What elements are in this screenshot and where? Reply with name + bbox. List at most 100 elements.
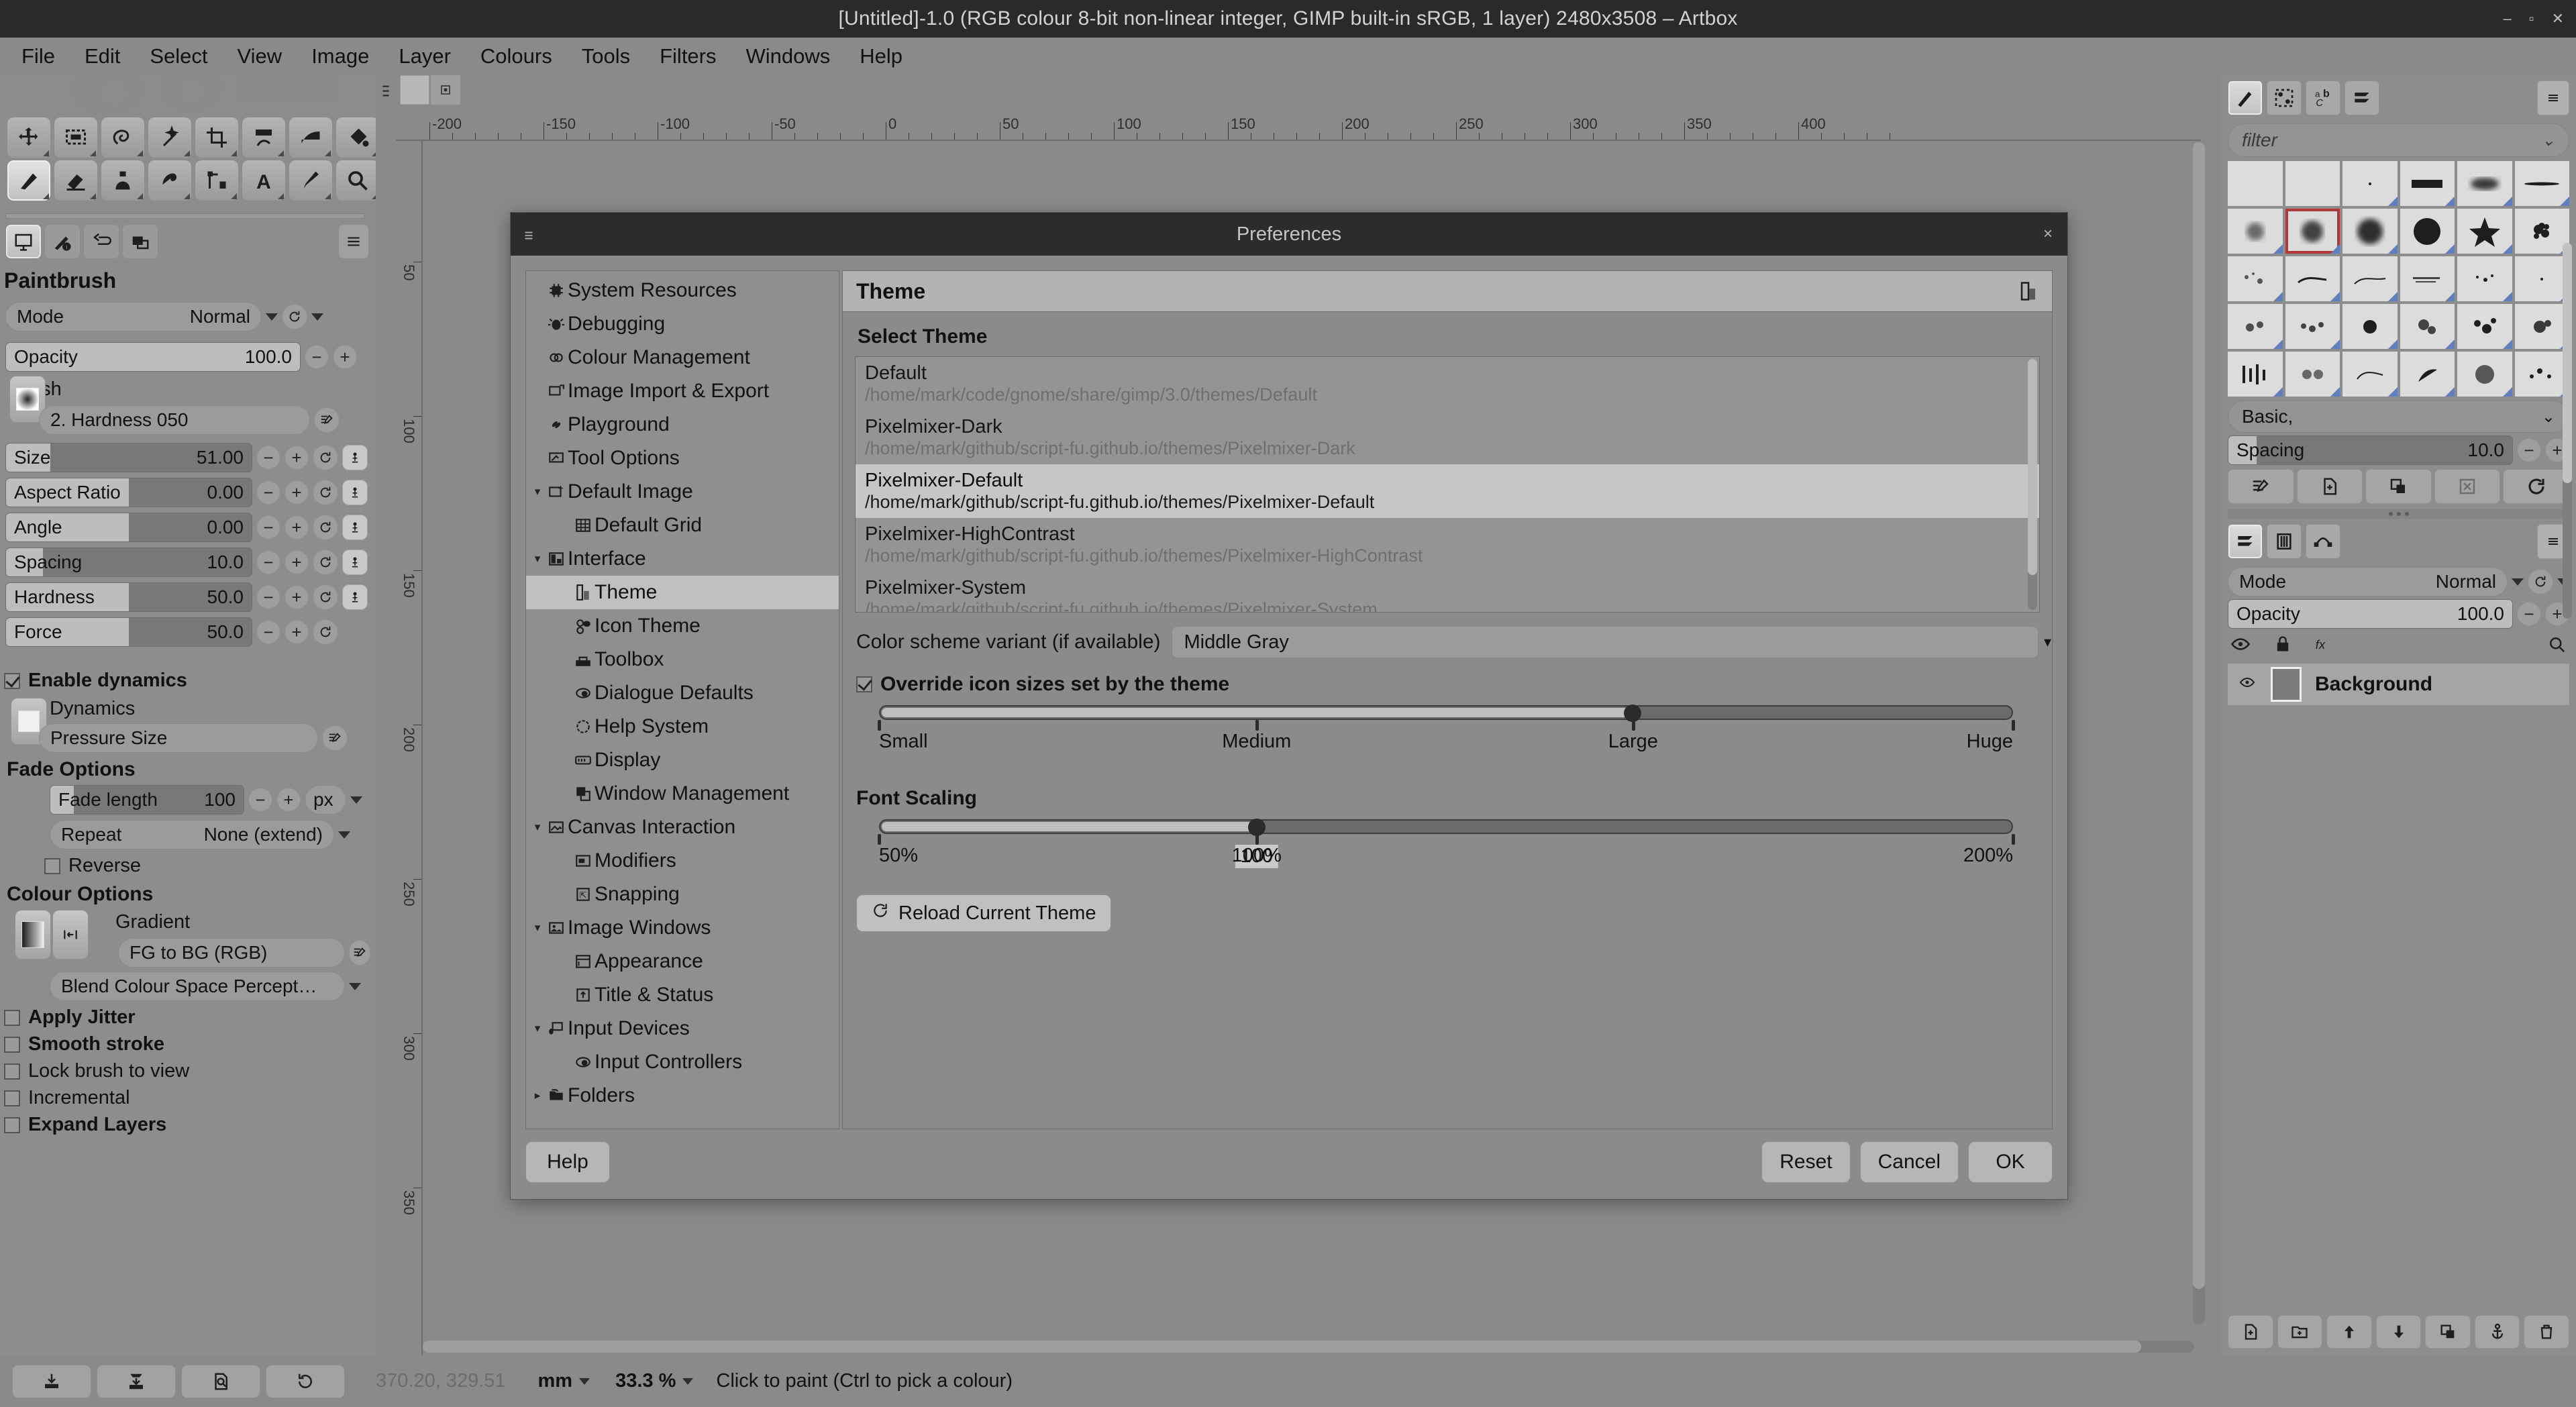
eraser-tool-icon[interactable] [54,160,98,201]
pref-tree-item-window-management[interactable]: Window Management [526,777,839,811]
brush-filter-input[interactable]: filter ⌄ [2228,123,2569,157]
text-tool-icon[interactable]: A [242,160,286,201]
chevron-down-icon[interactable] [266,313,278,321]
clone-tool-icon[interactable] [101,160,145,201]
apply-jitter-row[interactable]: Apply Jitter [4,1006,136,1029]
chevron-down-icon[interactable]: ⌄ [2542,131,2555,150]
smooth-stroke-row[interactable]: Smooth stroke [4,1033,164,1055]
colour-variant-combo[interactable]: Middle Gray ▾ [1171,626,2051,658]
pref-tree-item-folders[interactable]: ▸ Folders [526,1079,839,1112]
pref-tree-item-interface[interactable]: ▾ Interface [526,542,839,576]
fade-unit-chevron-icon[interactable] [350,796,362,804]
brush-cell[interactable] [2514,352,2569,397]
hardness-plus-button[interactable]: + [285,585,309,609]
theme-list-scrollbar[interactable] [2028,359,2037,610]
angle-spinner[interactable]: Angle 0.00 [5,513,252,542]
lock-icon[interactable] [2273,635,2292,659]
chevron-down-icon[interactable]: ⌄ [2542,407,2555,427]
menu-view[interactable]: View [223,43,297,70]
bucket-fill-tool-icon[interactable] [336,117,376,158]
theme-list[interactable]: Default/home/mark/code/gnome/share/gimp/… [855,356,2040,613]
menu-colours[interactable]: Colours [466,43,567,70]
chevron-down-icon[interactable] [682,1377,694,1385]
expand-layers-checkbox[interactable] [4,1116,20,1133]
brush-edit-icon[interactable] [314,407,340,433]
layer-mode-reset-icon[interactable] [2528,569,2553,594]
zoom-selector[interactable]: 33.3 % [615,1370,694,1392]
size-plus-button[interactable]: + [285,446,309,470]
tab-paths[interactable] [2306,524,2340,559]
spacing-minus-button[interactable]: − [256,550,280,574]
pref-tree-item-system-resources[interactable]: System Resources [526,274,839,307]
reverse-checkbox[interactable] [44,857,60,874]
brush-set-combo[interactable]: Basic, ⌄ [2228,401,2569,433]
image-tab-extra[interactable] [431,75,460,105]
theme-item[interactable]: Pixelmixer-Dark/home/mark/github/script-… [856,411,2039,464]
tab-channels[interactable] [2267,524,2302,559]
layer-opacity-spinner[interactable]: Opacity 100.0 [2228,599,2513,629]
aspect-ratio-spinner[interactable]: Aspect Ratio 0.00 [5,478,252,507]
close-icon[interactable]: ✕ [2552,10,2564,28]
expander-icon[interactable]: ▾ [530,485,545,499]
menu-layer[interactable]: Layer [384,43,466,70]
search-icon[interactable] [2546,634,2567,660]
brush-cell[interactable] [2342,304,2398,349]
blend-space-combo[interactable]: Blend Colour Space Percept… [50,972,345,1001]
edit-brush-icon[interactable] [2228,469,2294,504]
aspect-ratio-plus-button[interactable]: + [285,480,309,505]
brush-cell[interactable] [2228,161,2283,206]
expander-icon[interactable]: ▾ [530,921,545,935]
brush-cell[interactable] [2400,209,2455,254]
inspect-document-icon[interactable] [181,1364,260,1398]
menu-select[interactable]: Select [135,43,222,70]
force-plus-button[interactable]: + [285,620,309,644]
brush-cell[interactable] [2228,256,2283,301]
aspect-ratio-link-icon[interactable] [342,480,368,505]
smudge-tool-icon[interactable] [148,160,192,201]
chevron-down-icon[interactable]: ▾ [2044,633,2051,651]
override-icon-sizes-row[interactable]: Override icon sizes set by the theme [856,673,2039,696]
lower-layer-icon[interactable] [2375,1315,2422,1349]
delete-brush-icon[interactable] [2434,469,2501,504]
aspect-ratio-minus-button[interactable]: − [256,480,280,505]
pref-tree-item-input-devices[interactable]: ▾ Input Devices [526,1012,839,1045]
angle-link-icon[interactable] [342,515,368,540]
smooth-stroke-checkbox[interactable] [4,1036,20,1053]
brush-cell[interactable] [2228,352,2283,397]
raise-layer-icon[interactable] [2326,1315,2372,1349]
hardness-spinner[interactable]: Hardness 50.0 [5,582,252,612]
incremental-checkbox[interactable] [4,1090,20,1106]
brush-cell[interactable] [2285,352,2340,397]
ok-button[interactable]: OK [1968,1141,2053,1183]
size-link-icon[interactable] [342,445,368,470]
pref-tree-item-title-status[interactable]: Title & Status [526,978,839,1012]
pref-tree-item-colour-management[interactable]: Colour Management [526,341,839,374]
brush-cell[interactable] [2457,304,2512,349]
brush-cell[interactable] [2400,256,2455,301]
dock-spacing-minus-button[interactable]: − [2517,438,2541,462]
brush-cell[interactable] [2285,304,2340,349]
tab-layers-group[interactable] [2345,81,2379,115]
expander-icon[interactable]: ▾ [530,1022,545,1035]
pref-tree-item-image-import-export[interactable]: Image Import & Export [526,374,839,408]
menu-windows[interactable]: Windows [731,43,845,70]
theme-item[interactable]: Pixelmixer-System/home/mark/github/scrip… [856,572,2039,612]
incremental-row[interactable]: Incremental [4,1087,130,1109]
layer-row-background[interactable]: Background [2228,664,2569,705]
hardness-minus-button[interactable]: − [256,585,280,609]
minimize-icon[interactable]: – [2504,10,2512,28]
pref-tree-item-dialogue-defaults[interactable]: Dialogue Defaults [526,676,839,710]
menu-edit[interactable]: Edit [70,43,135,70]
apply-jitter-checkbox[interactable] [4,1009,20,1026]
reverse-row[interactable]: Reverse [44,855,141,877]
expander-icon[interactable]: ▸ [530,1089,545,1102]
tool-options-icon[interactable] [5,224,42,259]
theme-item[interactable]: Default/home/mark/code/gnome/share/gimp/… [856,357,2039,411]
expander-icon[interactable]: ▾ [530,552,545,566]
paintbrush-tool-icon[interactable] [7,160,51,201]
pref-tree-item-tool-options[interactable]: Tool Options [526,441,839,475]
mode-combo[interactable]: Mode Normal [5,302,262,331]
effects-fx-icon[interactable]: fx [2315,635,2338,659]
layer-mode-chevron-icon[interactable] [2512,578,2524,586]
dynamics-edit-icon[interactable] [322,725,348,751]
